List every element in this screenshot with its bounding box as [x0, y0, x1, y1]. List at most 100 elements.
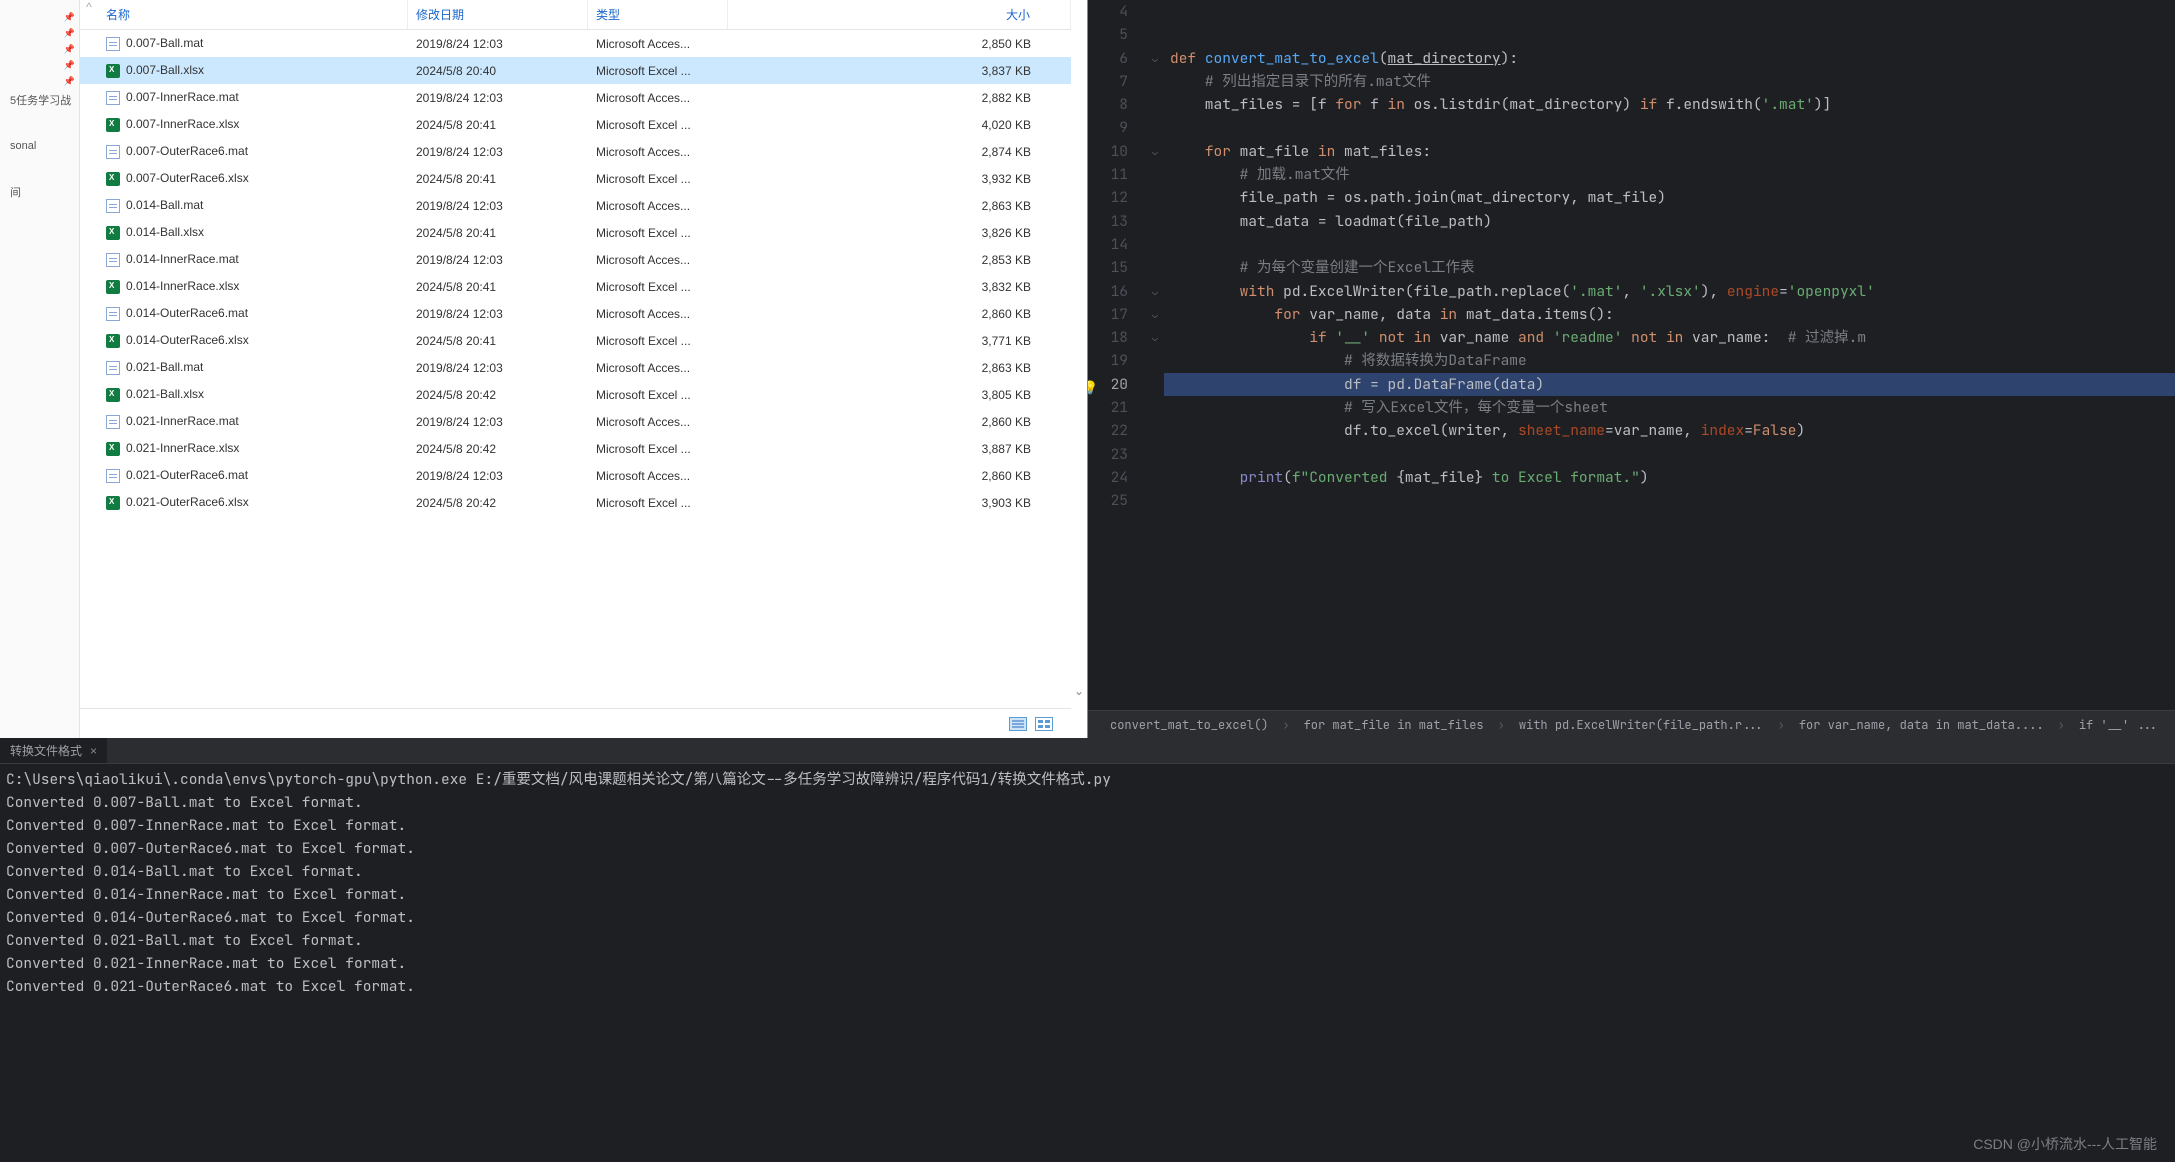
file-size: 3,826 KB: [728, 226, 1071, 240]
fold-marker[interactable]: ⌄: [1146, 280, 1164, 303]
fold-marker[interactable]: [1146, 256, 1164, 279]
code-content[interactable]: def convert_mat_to_excel(mat_directory):…: [1164, 0, 2175, 710]
sidebar-item[interactable]: sonal: [0, 136, 79, 164]
code-line[interactable]: if '__' not in var_name and 'readme' not…: [1164, 326, 2175, 349]
sidebar-item[interactable]: 📌: [0, 72, 79, 88]
file-type: Microsoft Excel ...: [588, 496, 728, 510]
fold-marker[interactable]: [1146, 349, 1164, 372]
breadcrumb-item[interactable]: for var_name, data in mat_data....: [1791, 715, 2052, 735]
terminal-output[interactable]: C:\Users\qiaolikui\.conda\envs\pytorch-g…: [0, 764, 2175, 1002]
column-name[interactable]: 名称: [98, 0, 408, 29]
fold-marker[interactable]: ⌄: [1146, 140, 1164, 163]
code-line[interactable]: mat_files = [f for f in os.listdir(mat_d…: [1164, 93, 2175, 116]
fold-marker[interactable]: [1146, 23, 1164, 46]
sidebar-item[interactable]: 📌: [0, 8, 79, 24]
file-row[interactable]: 0.014-Ball.mat2019/8/24 12:03Microsoft A…: [80, 192, 1071, 219]
file-row[interactable]: 0.007-Ball.mat2019/8/24 12:03Microsoft A…: [80, 30, 1071, 57]
fold-marker[interactable]: [1146, 466, 1164, 489]
fold-marker[interactable]: [1146, 419, 1164, 442]
fold-marker[interactable]: ⌄: [1146, 47, 1164, 70]
file-row[interactable]: 0.021-InnerRace.mat2019/8/24 12:03Micros…: [80, 408, 1071, 435]
sidebar-item[interactable]: [0, 120, 79, 136]
code-line[interactable]: [1164, 489, 2175, 512]
code-line[interactable]: def convert_mat_to_excel(mat_directory):: [1164, 47, 2175, 70]
file-date: 2024/5/8 20:41: [408, 172, 588, 186]
code-line[interactable]: # 为每个变量创建一个Excel工作表: [1164, 256, 2175, 279]
file-row[interactable]: 0.021-Ball.xlsx2024/5/8 20:42Microsoft E…: [80, 381, 1071, 408]
code-line[interactable]: # 将数据转换为DataFrame: [1164, 349, 2175, 372]
column-size[interactable]: 大小: [728, 0, 1071, 29]
code-line[interactable]: print(f"Converted {mat_file} to Excel fo…: [1164, 466, 2175, 489]
file-row[interactable]: 0.021-Ball.mat2019/8/24 12:03Microsoft A…: [80, 354, 1071, 381]
breadcrumb[interactable]: convert_mat_to_excel()›for mat_file in m…: [1088, 710, 2175, 738]
fold-marker[interactable]: ⌄: [1146, 303, 1164, 326]
fold-gutter[interactable]: ⌄⌄⌄⌄⌄: [1146, 0, 1164, 710]
fold-marker[interactable]: [1146, 186, 1164, 209]
fold-marker[interactable]: [1146, 0, 1164, 23]
sidebar-item[interactable]: 📌: [0, 24, 79, 40]
code-line[interactable]: file_path = os.path.join(mat_directory, …: [1164, 186, 2175, 209]
fold-marker[interactable]: [1146, 489, 1164, 512]
line-number: 10: [1088, 140, 1128, 163]
code-line[interactable]: [1164, 23, 2175, 46]
fold-marker[interactable]: [1146, 443, 1164, 466]
column-date[interactable]: 修改日期: [408, 0, 588, 29]
file-row[interactable]: 0.021-OuterRace6.xlsx2024/5/8 20:42Micro…: [80, 489, 1071, 516]
file-row[interactable]: 0.007-InnerRace.mat2019/8/24 12:03Micros…: [80, 84, 1071, 111]
fold-marker[interactable]: ⌄: [1146, 326, 1164, 349]
sidebar-item[interactable]: 📌: [0, 40, 79, 56]
fold-marker[interactable]: [1146, 93, 1164, 116]
code-line[interactable]: [1164, 116, 2175, 139]
line-number-gutter: 4567891011121314151617181920💡2122232425: [1088, 0, 1146, 710]
breadcrumb-item[interactable]: if '__' ...: [2071, 715, 2166, 735]
file-row[interactable]: 0.007-OuterRace6.xlsx2024/5/8 20:41Micro…: [80, 165, 1071, 192]
file-row[interactable]: 0.014-OuterRace6.xlsx2024/5/8 20:41Micro…: [80, 327, 1071, 354]
fold-marker[interactable]: [1146, 396, 1164, 419]
code-line[interactable]: [1164, 443, 2175, 466]
file-row[interactable]: 0.021-OuterRace6.mat2019/8/24 12:03Micro…: [80, 462, 1071, 489]
code-line[interactable]: df = pd.DataFrame(data): [1164, 373, 2175, 396]
breadcrumb-item[interactable]: for mat_file in mat_files: [1296, 715, 1492, 735]
sidebar-item[interactable]: 📌: [0, 56, 79, 72]
chevron-down-icon[interactable]: ⌄: [1071, 0, 1087, 738]
code-line[interactable]: with pd.ExcelWriter(file_path.replace('.…: [1164, 280, 2175, 303]
code-line[interactable]: df.to_excel(writer, sheet_name=var_name,…: [1164, 419, 2175, 442]
sidebar-item[interactable]: 5任务学习战: [0, 88, 79, 120]
fold-marker[interactable]: [1146, 210, 1164, 233]
code-line[interactable]: mat_data = loadmat(file_path): [1164, 210, 2175, 233]
view-details-icon[interactable]: [1009, 717, 1027, 731]
file-row[interactable]: 0.014-OuterRace6.mat2019/8/24 12:03Micro…: [80, 300, 1071, 327]
excel-file-icon: [106, 64, 120, 78]
file-size: 2,860 KB: [728, 307, 1071, 321]
file-list[interactable]: 0.007-Ball.mat2019/8/24 12:03Microsoft A…: [80, 30, 1071, 708]
column-type[interactable]: 类型: [588, 0, 728, 29]
file-row[interactable]: 0.014-InnerRace.xlsx2024/5/8 20:41Micros…: [80, 273, 1071, 300]
file-row[interactable]: 0.007-Ball.xlsx2024/5/8 20:40Microsoft E…: [80, 57, 1071, 84]
close-icon[interactable]: ×: [90, 744, 97, 758]
terminal-tab[interactable]: 转换文件格式 ×: [0, 738, 107, 763]
code-line[interactable]: # 写入Excel文件，每个变量一个sheet: [1164, 396, 2175, 419]
fold-marker[interactable]: [1146, 233, 1164, 256]
sidebar-item[interactable]: 间: [0, 180, 79, 212]
code-line[interactable]: [1164, 0, 2175, 23]
code-line[interactable]: # 列出指定目录下的所有.mat文件: [1164, 70, 2175, 93]
file-row[interactable]: 0.007-OuterRace6.mat2019/8/24 12:03Micro…: [80, 138, 1071, 165]
code-line[interactable]: for mat_file in mat_files:: [1164, 140, 2175, 163]
code-line[interactable]: for var_name, data in mat_data.items():: [1164, 303, 2175, 326]
file-row[interactable]: 0.007-InnerRace.xlsx2024/5/8 20:41Micros…: [80, 111, 1071, 138]
breadcrumb-item[interactable]: with pd.ExcelWriter(file_path.r...: [1511, 715, 1772, 735]
file-type: Microsoft Acces...: [588, 307, 728, 321]
fold-marker[interactable]: [1146, 70, 1164, 93]
fold-marker[interactable]: [1146, 116, 1164, 139]
code-line[interactable]: # 加载.mat文件: [1164, 163, 2175, 186]
fold-marker[interactable]: [1146, 373, 1164, 396]
fold-marker[interactable]: [1146, 163, 1164, 186]
file-row[interactable]: 0.014-Ball.xlsx2024/5/8 20:41Microsoft E…: [80, 219, 1071, 246]
sidebar-item[interactable]: [0, 164, 79, 180]
breadcrumb-item[interactable]: convert_mat_to_excel(): [1102, 715, 1276, 735]
line-number: 15: [1088, 256, 1128, 279]
code-line[interactable]: [1164, 233, 2175, 256]
file-row[interactable]: 0.014-InnerRace.mat2019/8/24 12:03Micros…: [80, 246, 1071, 273]
view-large-icons-icon[interactable]: [1035, 717, 1053, 731]
file-row[interactable]: 0.021-InnerRace.xlsx2024/5/8 20:42Micros…: [80, 435, 1071, 462]
